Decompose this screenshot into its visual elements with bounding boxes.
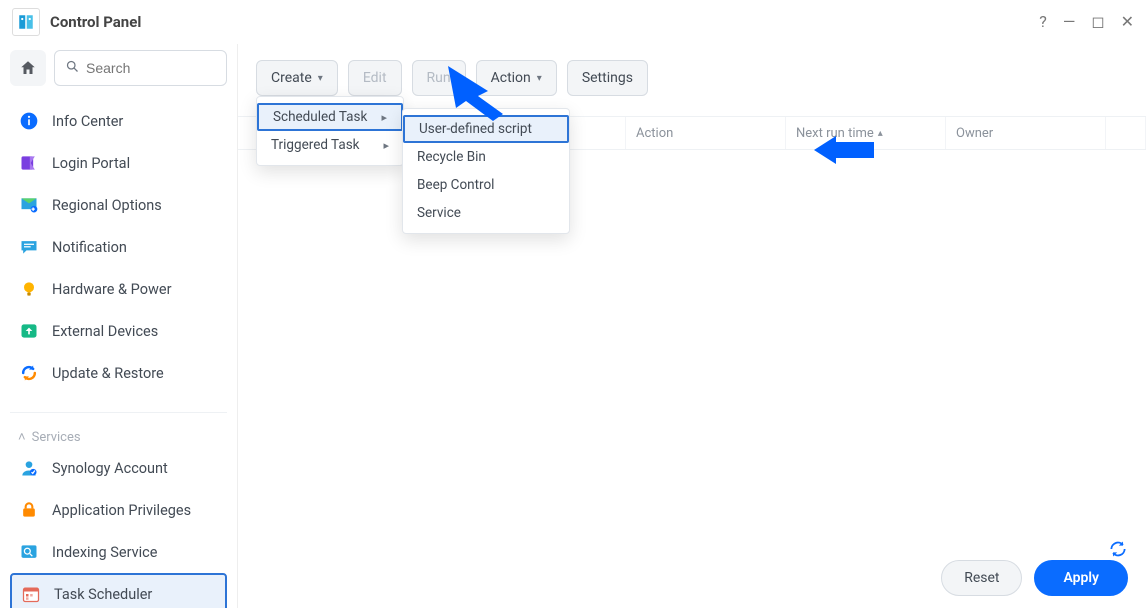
search-input[interactable]	[86, 60, 216, 76]
help-icon[interactable]: ?	[1039, 14, 1047, 30]
sidebar-item-info-center[interactable]: Info Center	[10, 100, 227, 142]
window-controls: ? — ◻ ✕	[1039, 14, 1134, 30]
footer: Reset Apply	[941, 560, 1128, 596]
bulb-icon	[18, 278, 40, 300]
settings-button[interactable]: Settings	[567, 60, 648, 96]
menu-item-beep-control[interactable]: Beep Control	[403, 171, 569, 199]
minimize-icon[interactable]: —	[1063, 14, 1076, 30]
sidebar-item-label: Update & Restore	[52, 365, 164, 382]
sidebar-item-login-portal[interactable]: Login Portal	[10, 142, 227, 184]
caret-down-icon: ▾	[537, 73, 542, 84]
menu-item-recycle-bin[interactable]: Recycle Bin	[403, 143, 569, 171]
column-next-run[interactable]: Next run time ▴	[786, 117, 946, 149]
sidebar-item-app-privileges[interactable]: Application Privileges	[10, 489, 227, 531]
lock-icon	[18, 499, 40, 521]
sidebar-item-label: Synology Account	[52, 460, 168, 477]
sidebar-item-label: Notification	[52, 239, 127, 256]
portal-icon	[18, 152, 40, 174]
column-spacer	[1106, 117, 1146, 149]
sidebar: Info Center Login Portal Regional Option…	[0, 44, 238, 608]
column-action[interactable]: Action	[626, 117, 786, 149]
sidebar-item-indexing[interactable]: Indexing Service	[10, 531, 227, 573]
globe-icon	[18, 194, 40, 216]
action-button[interactable]: Action ▾	[476, 60, 557, 96]
home-button[interactable]	[10, 50, 46, 86]
sidebar-item-label: Hardware & Power	[52, 281, 171, 298]
maximize-icon[interactable]: ◻	[1091, 14, 1104, 30]
sidebar-item-regional[interactable]: Regional Options	[10, 184, 227, 226]
sidebar-item-label: Info Center	[52, 113, 123, 130]
sidebar-item-update[interactable]: Update & Restore	[10, 352, 227, 394]
sidebar-item-hardware[interactable]: Hardware & Power	[10, 268, 227, 310]
create-button[interactable]: Create ▾	[256, 60, 338, 96]
sidebar-item-synology-account[interactable]: Synology Account	[10, 447, 227, 489]
index-icon	[18, 541, 40, 563]
scheduled-task-submenu: User-defined script Recycle Bin Beep Con…	[402, 108, 570, 234]
sidebar-item-label: Application Privileges	[52, 502, 191, 519]
info-icon	[18, 110, 40, 132]
edit-button[interactable]: Edit	[348, 60, 402, 96]
calendar-icon	[20, 583, 42, 605]
sidebar-item-notification[interactable]: Notification	[10, 226, 227, 268]
chevron-right-icon: ▸	[381, 111, 387, 124]
main-pane: Create ▾ Edit Run Action ▾ Settings Sche…	[238, 44, 1146, 608]
sidebar-item-label: Task Scheduler	[54, 586, 152, 603]
menu-item-scheduled-task[interactable]: Scheduled Task ▸	[257, 103, 403, 131]
user-icon	[18, 457, 40, 479]
sidebar-item-label: External Devices	[52, 323, 158, 340]
sort-asc-icon: ▴	[878, 128, 883, 139]
menu-item-user-defined-script[interactable]: User-defined script	[403, 115, 569, 143]
sidebar-item-label: Indexing Service	[52, 544, 157, 561]
app-icon	[12, 8, 40, 36]
chat-icon	[18, 236, 40, 258]
sidebar-item-label: Login Portal	[52, 155, 130, 172]
upload-icon	[18, 320, 40, 342]
chevron-right-icon: ▸	[383, 139, 389, 152]
menu-item-triggered-task[interactable]: Triggered Task ▸	[257, 131, 403, 159]
search-icon	[65, 59, 80, 78]
caret-down-icon: ▾	[318, 73, 323, 84]
apply-button[interactable]: Apply	[1034, 560, 1128, 596]
menu-item-service[interactable]: Service	[403, 199, 569, 227]
sidebar-section-services[interactable]: ˄ Services	[10, 412, 227, 447]
reset-button[interactable]: Reset	[941, 560, 1022, 596]
close-icon[interactable]: ✕	[1121, 14, 1134, 30]
run-button[interactable]: Run	[412, 60, 466, 96]
refresh-icon	[18, 362, 40, 384]
column-owner[interactable]: Owner	[946, 117, 1106, 149]
sidebar-item-label: Regional Options	[52, 197, 162, 214]
window-title: Control Panel	[50, 13, 141, 31]
chevron-up-icon: ˄	[18, 429, 26, 445]
search-box[interactable]	[54, 50, 227, 86]
create-menu: Scheduled Task ▸ Triggered Task ▸	[256, 96, 404, 166]
sidebar-item-task-scheduler[interactable]: Task Scheduler	[10, 573, 227, 608]
title-bar: Control Panel ? — ◻ ✕	[0, 0, 1146, 44]
sidebar-item-external[interactable]: External Devices	[10, 310, 227, 352]
